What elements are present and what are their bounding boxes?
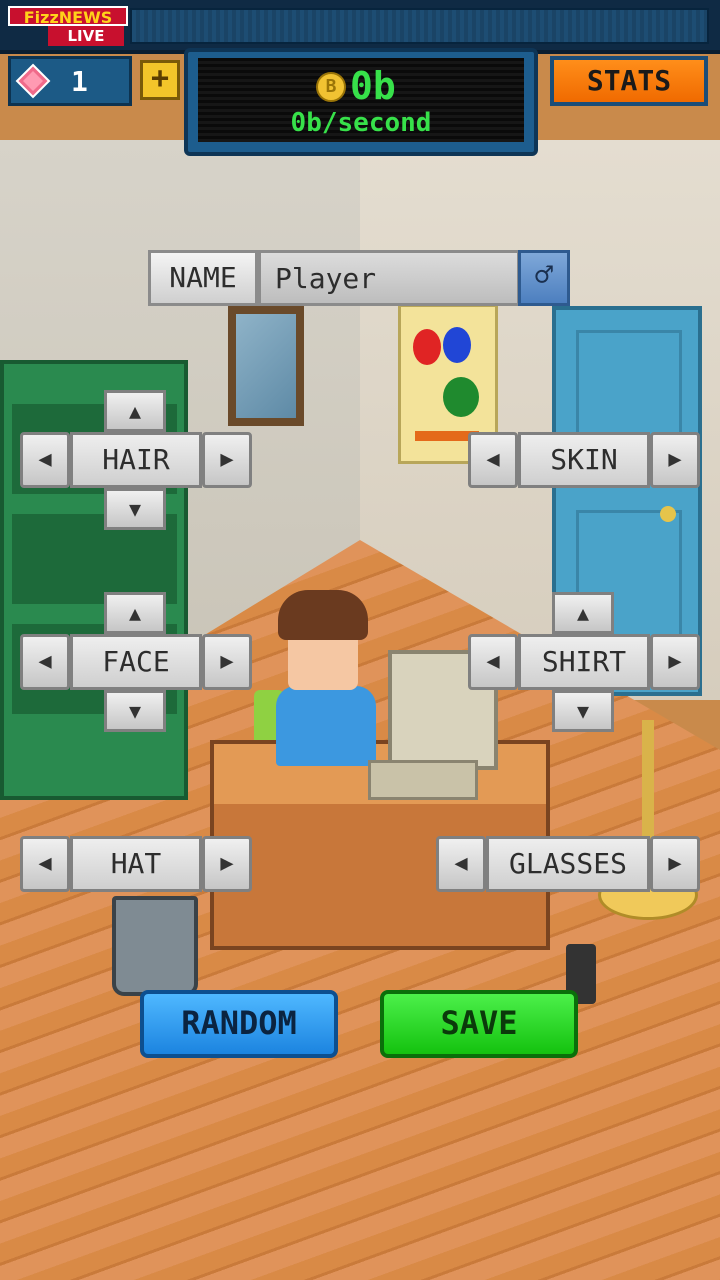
computer-base	[368, 760, 478, 800]
hair-up-button[interactable]: ▲	[104, 390, 166, 432]
glasses-prev-button[interactable]: ◀	[436, 836, 486, 892]
shirt-down-button[interactable]: ▼	[552, 690, 614, 732]
stats-button[interactable]: STATS	[550, 56, 708, 106]
bitcoin-icon: B	[316, 72, 346, 102]
shirt-label: SHIRT	[518, 634, 650, 690]
hat-next-button[interactable]: ▶	[202, 836, 252, 892]
hair-label: HAIR	[70, 432, 202, 488]
glasses-next-button[interactable]: ▶	[650, 836, 700, 892]
shirt-prev-button[interactable]: ◀	[468, 634, 518, 690]
gem-icon	[15, 63, 51, 99]
gem-counter: 1	[8, 56, 132, 106]
mirror-glass	[236, 314, 296, 418]
name-label: NAME	[148, 250, 258, 306]
glasses-label: GLASSES	[486, 836, 650, 892]
random-button[interactable]: RANDOM	[140, 990, 338, 1058]
face-next-button[interactable]: ▶	[202, 634, 252, 690]
skin-next-button[interactable]: ▶	[650, 432, 700, 488]
hair-prev-button[interactable]: ◀	[20, 432, 70, 488]
shirt-up-button[interactable]: ▲	[552, 592, 614, 634]
gender-toggle-button[interactable]: ♂	[518, 250, 570, 306]
hair-next-button[interactable]: ▶	[202, 432, 252, 488]
door-knob	[660, 506, 676, 522]
skin-prev-button[interactable]: ◀	[468, 432, 518, 488]
face-up-button[interactable]: ▲	[104, 592, 166, 634]
news-logo[interactable]: FizzNEWS LIVE	[8, 6, 128, 46]
character-shirt	[276, 686, 376, 766]
character-hair	[278, 590, 368, 640]
money-display: B 0b 0b/second	[184, 48, 538, 156]
player-character	[272, 590, 382, 790]
name-input[interactable]	[258, 250, 520, 306]
news-logo-title: FizzNEWS	[8, 6, 128, 27]
face-down-button[interactable]: ▼	[104, 690, 166, 732]
hat-label: HAT	[70, 836, 202, 892]
hair-down-button[interactable]: ▼	[104, 488, 166, 530]
money-rate: 0b/second	[290, 108, 432, 138]
add-gems-button[interactable]: +	[140, 60, 180, 100]
news-ticker-strip	[130, 8, 709, 44]
wall-mirror	[228, 306, 304, 426]
trash-can	[112, 896, 198, 996]
money-screen: B 0b 0b/second	[198, 58, 524, 142]
gem-count: 1	[71, 65, 88, 98]
save-button[interactable]: SAVE	[380, 990, 578, 1058]
shirt-next-button[interactable]: ▶	[650, 634, 700, 690]
news-logo-live: LIVE	[48, 26, 124, 46]
skin-label: SKIN	[518, 432, 650, 488]
money-value: 0b	[350, 64, 396, 108]
face-prev-button[interactable]: ◀	[20, 634, 70, 690]
face-label: FACE	[70, 634, 202, 690]
hat-prev-button[interactable]: ◀	[20, 836, 70, 892]
